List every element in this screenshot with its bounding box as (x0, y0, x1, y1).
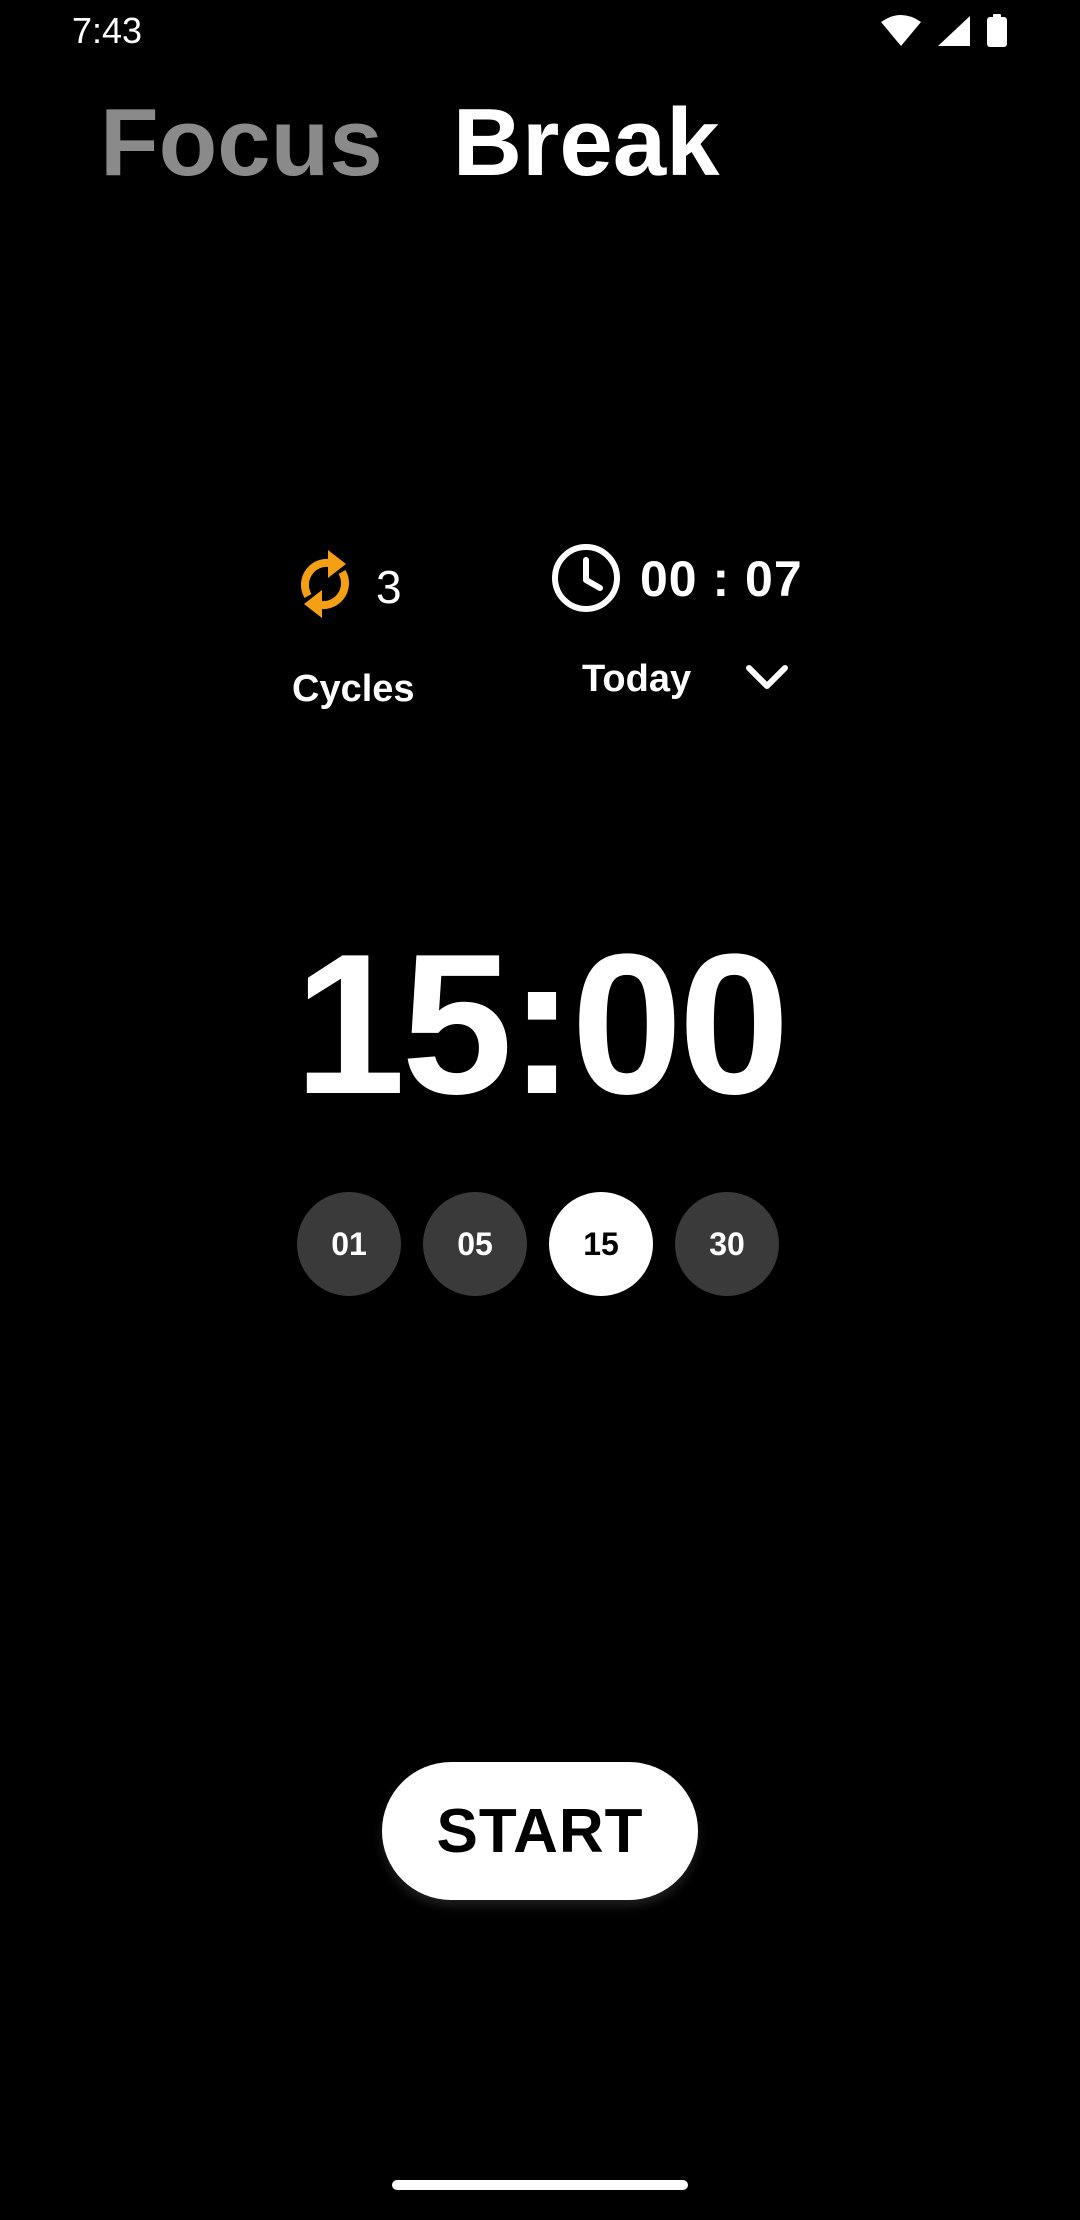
duration-presets: 01 05 15 30 (297, 1192, 779, 1296)
total-time: 00 : 07 (640, 551, 803, 607)
period-dropdown[interactable]: Today (582, 658, 789, 701)
cycles-label: Cycles (292, 668, 415, 710)
wifi-icon (880, 14, 922, 53)
battery-icon (986, 14, 1008, 53)
chevron-down-icon (745, 663, 789, 696)
cycles-icon (290, 544, 360, 629)
status-time: 7:43 (72, 10, 143, 51)
tab-focus[interactable]: Focus (100, 95, 383, 191)
stats-panel: 3 Cycles 00 : 07 Today (0, 530, 1080, 730)
timer-display: 15:00 (294, 913, 790, 1136)
tab-break[interactable]: Break (453, 95, 720, 191)
preset-01-button[interactable]: 01 (297, 1192, 401, 1296)
preset-05-button[interactable]: 05 (423, 1192, 527, 1296)
cycles-count: 3 (376, 561, 402, 613)
home-indicator[interactable] (392, 2180, 688, 2190)
period-label: Today (582, 658, 692, 700)
start-button[interactable]: START (382, 1762, 698, 1900)
preset-15-button[interactable]: 15 (549, 1192, 653, 1296)
status-icons (880, 14, 1008, 53)
mode-tabs: Focus Break (100, 88, 720, 198)
preset-30-button[interactable]: 30 (675, 1192, 779, 1296)
cell-signal-icon (936, 14, 972, 53)
status-bar: 7:43 (0, 0, 1080, 64)
clock-icon (550, 542, 622, 619)
